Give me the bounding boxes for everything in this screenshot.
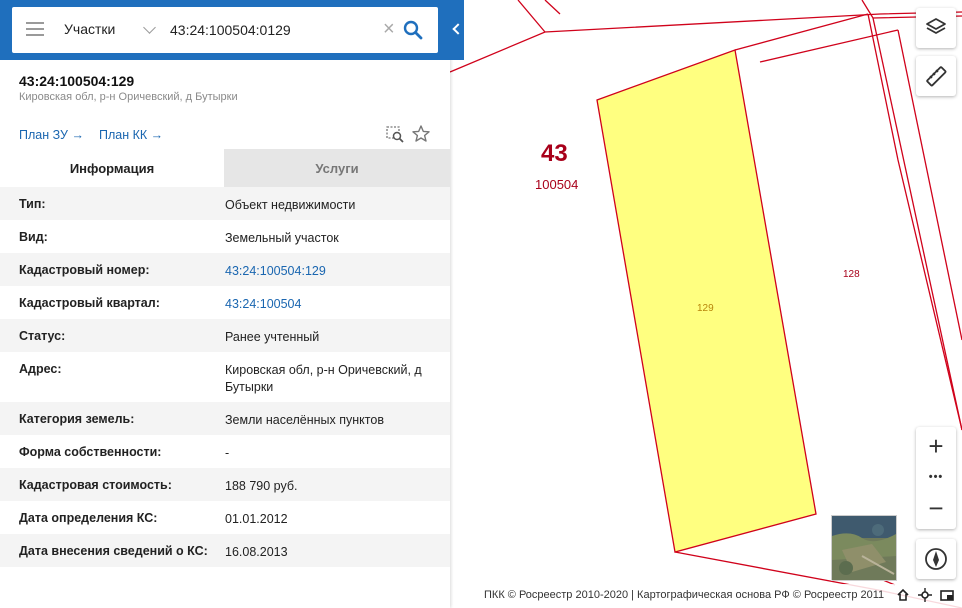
zoom-out-button[interactable]: − bbox=[916, 493, 956, 523]
layers-button[interactable] bbox=[916, 8, 956, 48]
search-bar: Участки × bbox=[0, 0, 450, 60]
clear-icon[interactable]: × bbox=[383, 19, 395, 39]
quarter-number-label: 100504 bbox=[535, 177, 578, 192]
row-value: 188 790 руб. bbox=[225, 479, 298, 493]
measure-button[interactable] bbox=[916, 56, 956, 96]
tab-services[interactable]: Услуги bbox=[224, 149, 450, 187]
satellite-thumbnail bbox=[832, 516, 896, 580]
zoom-controls: + ••• − bbox=[916, 427, 956, 529]
district-number-label: 43 bbox=[541, 140, 568, 167]
cadastral-number-link[interactable]: 43:24:100504:129 bbox=[225, 263, 435, 280]
more-button[interactable]: ••• bbox=[916, 465, 956, 489]
cadastral-quarter-link[interactable]: 43:24:100504 bbox=[225, 296, 435, 313]
zoom-to-object-icon[interactable] bbox=[385, 124, 405, 144]
row-value: Кировская обл, р-н Оричевский, д Бутырки bbox=[225, 363, 422, 394]
row-label: Адрес: bbox=[19, 362, 62, 376]
map-footer: ПКК © Росреестр 2010-2020 | Картографиче… bbox=[450, 584, 962, 608]
row-value: Земли населённых пунктов bbox=[225, 413, 384, 427]
row-label: Дата внесения сведений о КС: bbox=[19, 544, 208, 558]
search-input[interactable] bbox=[170, 15, 370, 45]
row-value: Земельный участок bbox=[225, 231, 339, 245]
info-row-cadastral-quarter: Кадастровый квартал: 43:24:100504 bbox=[0, 286, 450, 319]
row-label: Форма собственности: bbox=[19, 445, 162, 459]
compass-button[interactable] bbox=[916, 539, 956, 579]
search-icon[interactable] bbox=[402, 19, 424, 41]
tab-information[interactable]: Информация bbox=[0, 149, 224, 187]
plan-zu-label: План ЗУ bbox=[19, 128, 68, 142]
info-row-cadastral-number: Кадастровый номер: 43:24:100504:129 bbox=[0, 253, 450, 286]
info-row-entry-date: Дата внесения сведений о КС: 16.08.2013 bbox=[0, 534, 450, 567]
info-row-cadastral-cost: Кадастровая стоимость: 188 790 руб. bbox=[0, 468, 450, 501]
info-row-ownership: Форма собственности: - bbox=[0, 435, 450, 468]
plan-zu-link[interactable]: План ЗУ → bbox=[19, 128, 84, 142]
info-row-address: Адрес: Кировская обл, р-н Оричевский, д … bbox=[0, 352, 450, 402]
info-row-land-category: Категория земель: Земли населённых пункт… bbox=[0, 402, 450, 435]
row-value: 01.01.2012 bbox=[225, 512, 288, 526]
home-icon[interactable] bbox=[896, 588, 910, 602]
plan-kk-label: План КК bbox=[99, 128, 148, 142]
chevron-down-icon[interactable] bbox=[143, 21, 156, 34]
ruler-icon bbox=[926, 66, 947, 87]
row-label: Категория земель: bbox=[19, 412, 135, 426]
object-title: 43:24:100504:129 bbox=[19, 73, 135, 89]
row-value: - bbox=[225, 446, 230, 460]
search-box: Участки × bbox=[12, 7, 438, 53]
arrow-right-icon: → bbox=[67, 128, 84, 142]
row-label: Кадастровый квартал: bbox=[19, 296, 160, 310]
layers-icon bbox=[926, 18, 946, 34]
basemap-switcher[interactable] bbox=[831, 515, 897, 581]
row-label: Дата определения КС: bbox=[19, 511, 158, 525]
row-label: Тип: bbox=[19, 197, 46, 211]
parcel-129-label: 129 bbox=[697, 303, 714, 314]
arrow-right-icon: → bbox=[147, 128, 164, 142]
fullscreen-icon[interactable] bbox=[940, 588, 954, 602]
row-label: Вид: bbox=[19, 230, 48, 244]
row-label: Кадастровая стоимость: bbox=[19, 478, 172, 492]
info-row-cost-date: Дата определения КС: 01.01.2012 bbox=[0, 501, 450, 534]
tabs: Информация Услуги bbox=[0, 149, 450, 187]
info-row-status: Статус: Ранее учтенный bbox=[0, 319, 450, 352]
parcel-128-label: 128 bbox=[843, 269, 860, 280]
menu-icon[interactable] bbox=[26, 22, 44, 38]
layer-select[interactable]: Участки bbox=[64, 21, 115, 37]
compass-icon bbox=[925, 548, 947, 570]
row-value: 16.08.2013 bbox=[225, 545, 288, 559]
object-address: Кировская обл, р-н Оричевский, д Бутырки bbox=[19, 91, 238, 103]
info-table: Тип: Объект недвижимости Вид: Земельный … bbox=[0, 187, 450, 567]
collapse-icon[interactable] bbox=[450, 0, 464, 60]
row-value: Объект недвижимости bbox=[225, 198, 356, 212]
star-icon[interactable] bbox=[411, 124, 431, 144]
row-value: Ранее учтенный bbox=[225, 330, 320, 344]
plan-kk-link[interactable]: План КК → bbox=[99, 128, 163, 142]
locate-icon[interactable] bbox=[918, 588, 932, 602]
row-label: Статус: bbox=[19, 329, 66, 343]
zoom-in-button[interactable]: + bbox=[916, 431, 956, 461]
info-panel: Участки × 43:24:100504:129 Кировская обл… bbox=[0, 0, 450, 608]
info-row-kind: Вид: Земельный участок bbox=[0, 220, 450, 253]
info-row-type: Тип: Объект недвижимости bbox=[0, 187, 450, 220]
row-label: Кадастровый номер: bbox=[19, 263, 150, 277]
copyright-text: ПКК © Росреестр 2010-2020 | Картографиче… bbox=[484, 589, 885, 601]
